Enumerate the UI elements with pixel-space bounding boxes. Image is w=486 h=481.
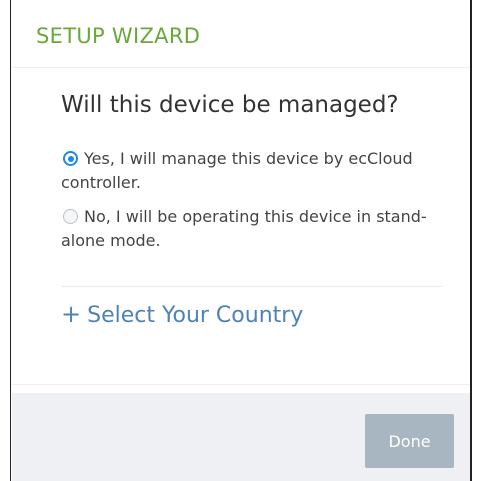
wizard-footer: Done [12,393,470,481]
select-country-link[interactable]: + Select Your Country [61,300,303,328]
section-divider [61,286,442,287]
footer-divider [12,384,470,385]
select-country-label: Select Your Country [87,303,304,328]
app-frame: SETUP WIZARD Will this device be managed… [0,0,486,481]
option-managed[interactable]: Yes, I will manage this device by ecClou… [61,147,431,195]
option-managed-label: Yes, I will manage this device by ecClou… [61,149,413,192]
left-border [0,0,11,481]
management-question: Will this device be managed? [61,92,399,118]
wizard-header: SETUP WIZARD [12,0,470,68]
setup-wizard-panel: SETUP WIZARD Will this device be managed… [12,0,470,481]
radio-managed[interactable] [63,151,78,166]
option-standalone[interactable]: No, I will be operating this device in s… [61,205,431,253]
radio-standalone[interactable] [63,209,78,224]
done-button[interactable]: Done [365,414,454,468]
right-gutter [472,0,486,481]
wizard-title: SETUP WIZARD [36,24,201,48]
plus-icon: + [61,300,82,328]
option-standalone-label: No, I will be operating this device in s… [61,207,427,250]
